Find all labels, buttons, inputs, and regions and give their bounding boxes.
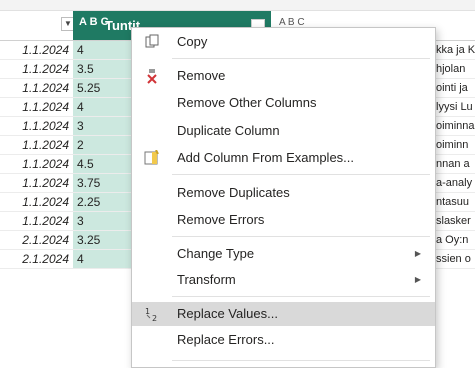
date-cell[interactable]: 1.1.2024 bbox=[0, 98, 73, 117]
remove-icon bbox=[144, 68, 160, 84]
menu-item-label: Remove Duplicates bbox=[177, 185, 290, 200]
date-cell[interactable]: 1.1.2024 bbox=[0, 117, 73, 136]
submenu-arrow-icon: ▶ bbox=[414, 249, 421, 258]
date-cell[interactable]: 1.1.2024 bbox=[0, 60, 73, 79]
svg-text:2: 2 bbox=[152, 314, 157, 322]
menu-item-replace-errors[interactable]: Replace Errors... bbox=[132, 328, 435, 352]
menu-item-label: Remove Errors bbox=[177, 212, 265, 227]
replace-values-icon: 12 bbox=[144, 306, 160, 323]
text-cell[interactable]: kka ja K bbox=[436, 41, 475, 60]
date-cell[interactable]: 1.1.2024 bbox=[0, 212, 73, 231]
text-cell[interactable]: ntasuu bbox=[436, 193, 475, 212]
menu-item-duplicate-column[interactable]: Duplicate Column bbox=[132, 119, 435, 143]
date-cell[interactable]: 1.1.2024 bbox=[0, 41, 73, 60]
menu-item-label: Duplicate Column bbox=[177, 123, 280, 138]
menu-separator bbox=[172, 360, 430, 361]
text-cell[interactable]: hjolan bbox=[436, 60, 475, 79]
menu-item-label: Transform bbox=[177, 272, 236, 287]
menu-item-label: Copy bbox=[177, 34, 208, 49]
menu-item-add-column-from-examples[interactable]: Add Column From Examples... bbox=[132, 146, 435, 170]
text-cell[interactable]: nnan a bbox=[436, 155, 475, 174]
menu-item-remove-other-columns[interactable]: Remove Other Columns bbox=[132, 91, 435, 115]
menu-item-label: Replace Values... bbox=[177, 306, 278, 321]
menu-item-label: Replace Errors... bbox=[177, 332, 275, 347]
date-cell[interactable]: 1.1.2024 bbox=[0, 174, 73, 193]
text-cell[interactable]: ssien o bbox=[436, 250, 475, 269]
menu-item-replace-values[interactable]: 12 Replace Values... bbox=[132, 302, 435, 326]
date-cell[interactable]: 1.1.2024 bbox=[0, 79, 73, 98]
menu-item-label: Change Type bbox=[177, 246, 255, 261]
top-strip bbox=[0, 0, 475, 11]
text-cell[interactable]: oiminna bbox=[436, 117, 475, 136]
add-column-examples-icon bbox=[144, 149, 160, 166]
date-cell[interactable]: 1.1.2024 bbox=[0, 193, 73, 212]
menu-item-label: Add Column From Examples... bbox=[177, 150, 355, 165]
text-cell[interactable]: slasker bbox=[436, 212, 475, 231]
menu-item-transform[interactable]: Transform ▶ bbox=[132, 268, 435, 292]
copy-icon bbox=[144, 34, 160, 50]
text-cell[interactable]: ointi ja bbox=[436, 79, 475, 98]
menu-item-remove-duplicates[interactable]: Remove Duplicates bbox=[132, 181, 435, 205]
text-cell[interactable]: oiminn bbox=[436, 136, 475, 155]
menu-separator bbox=[172, 296, 430, 297]
text-cell[interactable]: lyysi Lu bbox=[436, 98, 475, 117]
svg-text:1: 1 bbox=[145, 307, 150, 316]
submenu-arrow-icon: ▶ bbox=[414, 275, 421, 284]
menu-item-label: Remove Other Columns bbox=[177, 95, 317, 110]
menu-item-remove-errors[interactable]: Remove Errors bbox=[132, 208, 435, 232]
context-menu: Copy Remove Remove Other Columns Duplica… bbox=[131, 27, 436, 368]
menu-separator bbox=[172, 236, 430, 237]
menu-separator bbox=[172, 58, 430, 59]
menu-item-remove[interactable]: Remove bbox=[132, 64, 435, 88]
menu-item-change-type[interactable]: Change Type ▶ bbox=[132, 242, 435, 266]
menu-item-copy[interactable]: Copy bbox=[132, 30, 435, 54]
date-cell[interactable]: 1.1.2024 bbox=[0, 155, 73, 174]
text-cell[interactable]: a Oy:n bbox=[436, 231, 475, 250]
date-cell[interactable]: 1.1.2024 bbox=[0, 136, 73, 155]
text-cell[interactable]: a-analy bbox=[436, 174, 475, 193]
date-cell[interactable]: 2.1.2024 bbox=[0, 250, 73, 269]
menu-separator bbox=[172, 174, 430, 175]
menu-item-label: Remove bbox=[177, 68, 226, 83]
date-cell[interactable]: 2.1.2024 bbox=[0, 231, 73, 250]
